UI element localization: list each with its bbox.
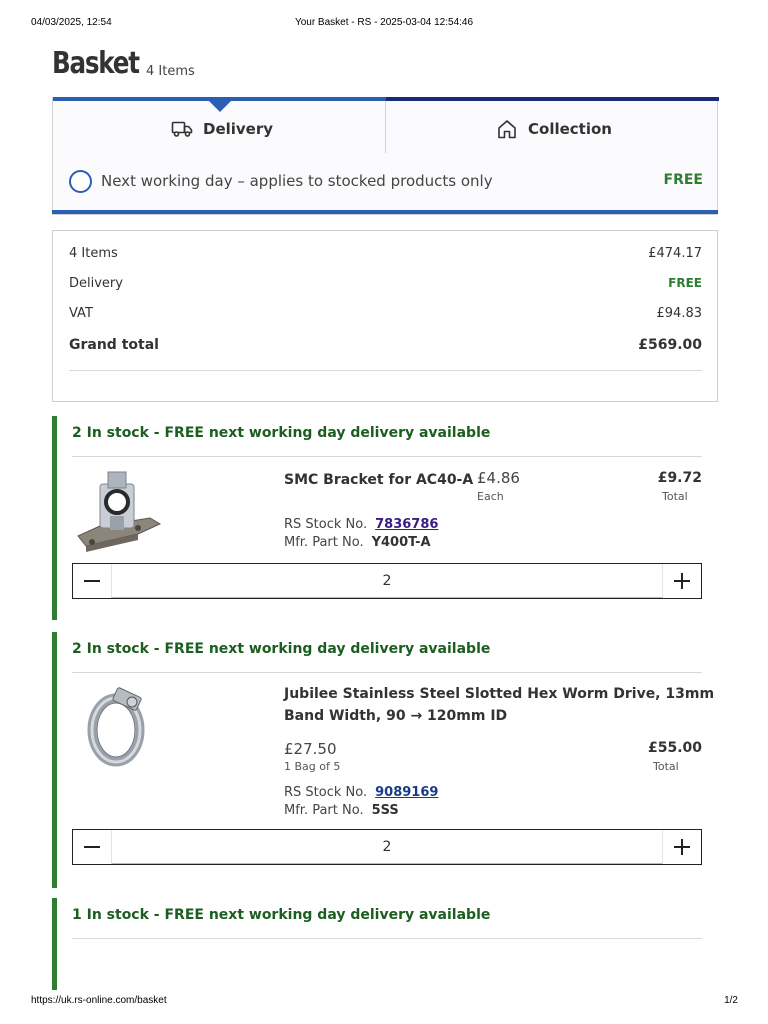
stock-group-heading: 2 In stock - FREE next working day deliv…	[72, 641, 491, 657]
product-name[interactable]: SMC Bracket for AC40-A	[284, 469, 473, 491]
stock-group-bar	[52, 632, 57, 888]
house-icon	[496, 118, 518, 140]
stock-group-heading: 1 In stock - FREE next working day deliv…	[72, 907, 491, 923]
mfr-part-number: 5SS	[371, 803, 399, 818]
mfr-part-label: Mfr. Part No.	[284, 535, 364, 550]
truck-icon	[171, 120, 193, 138]
plus-icon	[674, 839, 690, 855]
rs-stock-label: RS Stock No.	[284, 517, 368, 532]
rs-stock-label: RS Stock No.	[284, 785, 368, 800]
stock-group-bar	[52, 898, 57, 990]
rs-stock-number-row: RS Stock No. 7836786	[284, 517, 438, 532]
stock-group-bar	[52, 416, 57, 620]
print-header: 04/03/2025, 12:54 Your Basket - RS - 202…	[0, 17, 768, 31]
mfr-part-number: Y400T-A	[371, 535, 431, 550]
grand-total-label: Grand total	[69, 337, 159, 353]
decrease-quantity-button[interactable]	[73, 564, 111, 598]
delivery-method-panel: Delivery Collection Next working day – a…	[52, 97, 719, 215]
summary-delivery-row: Delivery FREE	[69, 276, 702, 294]
unit-label: Each	[477, 490, 504, 503]
unit-label: 1 Bag of 5	[284, 760, 341, 773]
summary-grand-total-row: Grand total £569.00	[69, 337, 702, 355]
plus-icon	[674, 573, 690, 589]
rs-stock-number-link[interactable]: 7836786	[375, 517, 438, 532]
basket-item-count: 4 Items	[146, 64, 195, 79]
delivery-option-label: Next working day – applies to stocked pr…	[101, 172, 493, 190]
print-url: https://uk.rs-online.com/basket	[31, 995, 167, 1006]
collection-tab-indicator	[386, 97, 719, 101]
increase-quantity-button[interactable]	[663, 564, 701, 598]
divider	[69, 370, 702, 371]
minus-icon	[84, 580, 100, 582]
divider	[72, 938, 702, 939]
quantity-input[interactable]	[111, 830, 663, 864]
stock-group: 2 In stock - FREE next working day deliv…	[52, 632, 718, 888]
print-title: Your Basket - RS - 2025-03-04 12:54:46	[294, 17, 474, 28]
line-total-label: Total	[653, 760, 679, 773]
quantity-stepper	[72, 829, 702, 865]
tab-collection-label: Collection	[528, 120, 612, 138]
delivery-option-price: FREE	[663, 172, 703, 188]
stock-group: 2 In stock - FREE next working day deliv…	[52, 416, 718, 620]
unit-price: £4.86	[477, 469, 520, 487]
divider	[72, 672, 702, 673]
order-summary: 4 Items £474.17 Delivery FREE VAT £94.83…	[52, 230, 718, 402]
summary-vat-row: VAT £94.83	[69, 306, 702, 324]
page-title: Basket	[52, 46, 140, 81]
quantity-input[interactable]	[111, 564, 663, 598]
summary-items-row: 4 Items £474.17	[69, 246, 702, 264]
tab-delivery-label: Delivery	[203, 120, 274, 138]
bracket-image[interactable]	[72, 468, 164, 558]
summary-items-label: 4 Items	[69, 246, 118, 261]
product-name-line: Jubilee Stainless Steel Slotted Hex Worm…	[284, 686, 715, 702]
rs-stock-number-row: RS Stock No. 9089169	[284, 785, 438, 800]
radio-button[interactable]	[69, 169, 92, 193]
quantity-stepper	[72, 563, 702, 599]
hose-clamp-image[interactable]	[72, 682, 164, 772]
tab-collection[interactable]: Collection	[496, 115, 612, 143]
selected-tab-pointer	[209, 101, 231, 112]
line-total-label: Total	[662, 490, 688, 503]
mfr-part-label: Mfr. Part No.	[284, 803, 364, 818]
decrease-quantity-button[interactable]	[73, 830, 111, 864]
mfr-part-number-row: Mfr. Part No. Y400T-A	[284, 535, 431, 550]
summary-vat-value: £94.83	[656, 306, 703, 321]
print-page-number: 1/2	[724, 995, 738, 1006]
mfr-part-number-row: Mfr. Part No. 5SS	[284, 803, 399, 818]
minus-icon	[84, 846, 100, 848]
tab-delivery[interactable]: Delivery	[171, 115, 273, 143]
grand-total-value: £569.00	[638, 337, 702, 353]
line-total-price: £9.72	[657, 470, 702, 486]
product-name-line: Band Width, 90 → 120mm ID	[284, 708, 508, 724]
tab-divider	[385, 101, 386, 153]
summary-vat-label: VAT	[69, 306, 93, 321]
delivery-option-next-day[interactable]: Next working day – applies to stocked pr…	[69, 169, 703, 193]
unit-price: £27.50	[284, 740, 337, 758]
summary-items-value: £474.17	[648, 246, 702, 261]
rs-stock-number-link[interactable]: 9089169	[375, 785, 438, 800]
summary-delivery-label: Delivery	[69, 276, 123, 291]
line-total-price: £55.00	[647, 740, 702, 756]
divider	[72, 456, 702, 457]
increase-quantity-button[interactable]	[663, 830, 701, 864]
panel-bottom-bar	[52, 210, 718, 214]
stock-group-heading: 2 In stock - FREE next working day deliv…	[72, 425, 491, 441]
summary-delivery-value: FREE	[668, 276, 702, 290]
stock-group: 1 In stock - FREE next working day deliv…	[52, 898, 718, 990]
print-footer: https://uk.rs-online.com/basket 1/2	[0, 995, 768, 1009]
product-name[interactable]: Jubilee Stainless Steel Slotted Hex Worm…	[284, 683, 714, 727]
